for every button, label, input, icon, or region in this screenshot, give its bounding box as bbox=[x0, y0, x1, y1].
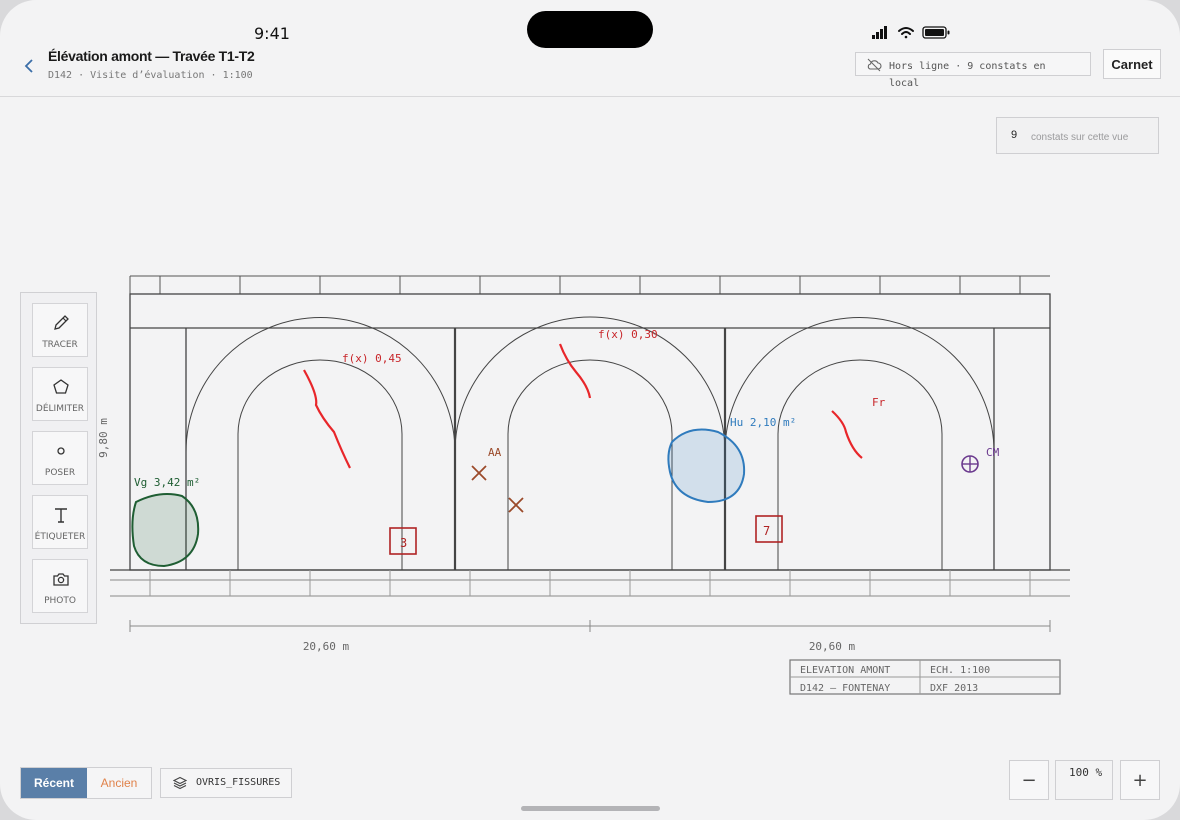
tool-poser[interactable]: POSER bbox=[32, 431, 88, 485]
tool-label: ÉTIQUETER bbox=[34, 532, 86, 542]
recent-toggle[interactable]: Récent bbox=[21, 768, 87, 798]
title-block-view: ELEVATION AMONT bbox=[800, 665, 890, 676]
zoom-control: − 100 % + bbox=[1009, 760, 1161, 800]
tool-etiqueter[interactable]: ÉTIQUETER bbox=[32, 495, 88, 549]
humidity-shape[interactable] bbox=[667, 428, 746, 504]
crack-line[interactable] bbox=[558, 343, 592, 399]
aa-annotation[interactable]: AA bbox=[471, 446, 524, 513]
crosshair-point-icon[interactable] bbox=[961, 455, 979, 473]
layers-icon bbox=[173, 776, 187, 790]
title-block-scale: ECH. 1:100 bbox=[930, 665, 990, 676]
pencil-icon bbox=[54, 315, 69, 330]
title-block-source: DXF 2013 bbox=[930, 683, 978, 694]
camera-icon bbox=[53, 573, 69, 586]
drawing-toolbar: TRACER DÉLIMITER POSER ÉTIQUETER PHOTO bbox=[20, 292, 97, 624]
tool-label: PHOTO bbox=[44, 596, 76, 606]
old-toggle[interactable]: Ancien bbox=[87, 768, 151, 798]
tool-delimiter[interactable]: DÉLIMITER bbox=[32, 367, 88, 421]
span-left-label: 20,60 m bbox=[303, 640, 350, 653]
aa-label: AA bbox=[488, 446, 502, 459]
marker-number: 3 bbox=[400, 536, 407, 550]
vegetation-zone[interactable]: Vg 3,42 m² bbox=[131, 476, 200, 568]
humidity-zone[interactable]: Hu 2,10 m² bbox=[667, 416, 796, 504]
crack-label: f(x) 0,30 bbox=[598, 328, 658, 341]
title-block-project: D142 — FONTENAY bbox=[800, 683, 890, 694]
vegetation-shape[interactable] bbox=[131, 493, 200, 568]
zoom-in-button[interactable]: + bbox=[1120, 760, 1160, 800]
crack-label: Fr bbox=[872, 396, 886, 409]
cm-label: CM bbox=[986, 446, 1000, 459]
marker-number: 7 bbox=[763, 524, 770, 538]
numbered-marker-3[interactable]: 3 bbox=[389, 527, 417, 555]
cross-mark-icon[interactable] bbox=[508, 497, 524, 513]
layer-selector-button[interactable]: OVRIS_FISSURES bbox=[160, 768, 292, 798]
height-label: 9,80 m bbox=[97, 418, 110, 458]
home-indicator bbox=[521, 806, 660, 811]
layer-label: OVRIS_FISSURES bbox=[196, 777, 281, 788]
tablet-screen: 9:41 Élévation amont — Travée T1-T2 D142… bbox=[0, 0, 1180, 820]
tool-photo[interactable]: PHOTO bbox=[32, 559, 88, 613]
structure-lines bbox=[110, 275, 1070, 597]
point-icon bbox=[57, 447, 65, 455]
crack-annotation-3[interactable]: Fr bbox=[831, 396, 886, 459]
tool-tracer[interactable]: TRACER bbox=[32, 303, 88, 357]
crack-label: f(x) 0,45 bbox=[342, 352, 402, 365]
crack-annotation-2[interactable]: f(x) 0,30 bbox=[558, 328, 658, 399]
text-icon bbox=[55, 508, 67, 523]
zoom-value: 100 % bbox=[1055, 760, 1113, 800]
elevation-drawing[interactable]: 20,60 m 20,60 m 9,80 m f(x) 0,45 f(x) 0,… bbox=[0, 0, 1180, 820]
pentagon-icon bbox=[53, 379, 69, 394]
cross-mark-icon[interactable] bbox=[471, 465, 487, 481]
zoom-out-button[interactable]: − bbox=[1009, 760, 1049, 800]
crack-line[interactable] bbox=[303, 369, 351, 469]
humidity-label: Hu 2,10 m² bbox=[730, 416, 796, 429]
tool-label: DÉLIMITER bbox=[35, 404, 85, 414]
crack-annotation-1[interactable]: f(x) 0,45 bbox=[303, 352, 402, 469]
vegetation-label: Vg 3,42 m² bbox=[134, 476, 200, 489]
tool-label: POSER bbox=[44, 468, 76, 478]
crack-line[interactable] bbox=[831, 410, 863, 459]
span-right-label: 20,60 m bbox=[809, 640, 856, 653]
time-filter-segmented: Récent Ancien bbox=[20, 767, 152, 799]
tool-label: TRACER bbox=[42, 340, 78, 350]
title-block: ELEVATION AMONT ECH. 1:100 D142 — FONTEN… bbox=[789, 659, 1061, 695]
dimension-lines bbox=[129, 620, 1051, 632]
